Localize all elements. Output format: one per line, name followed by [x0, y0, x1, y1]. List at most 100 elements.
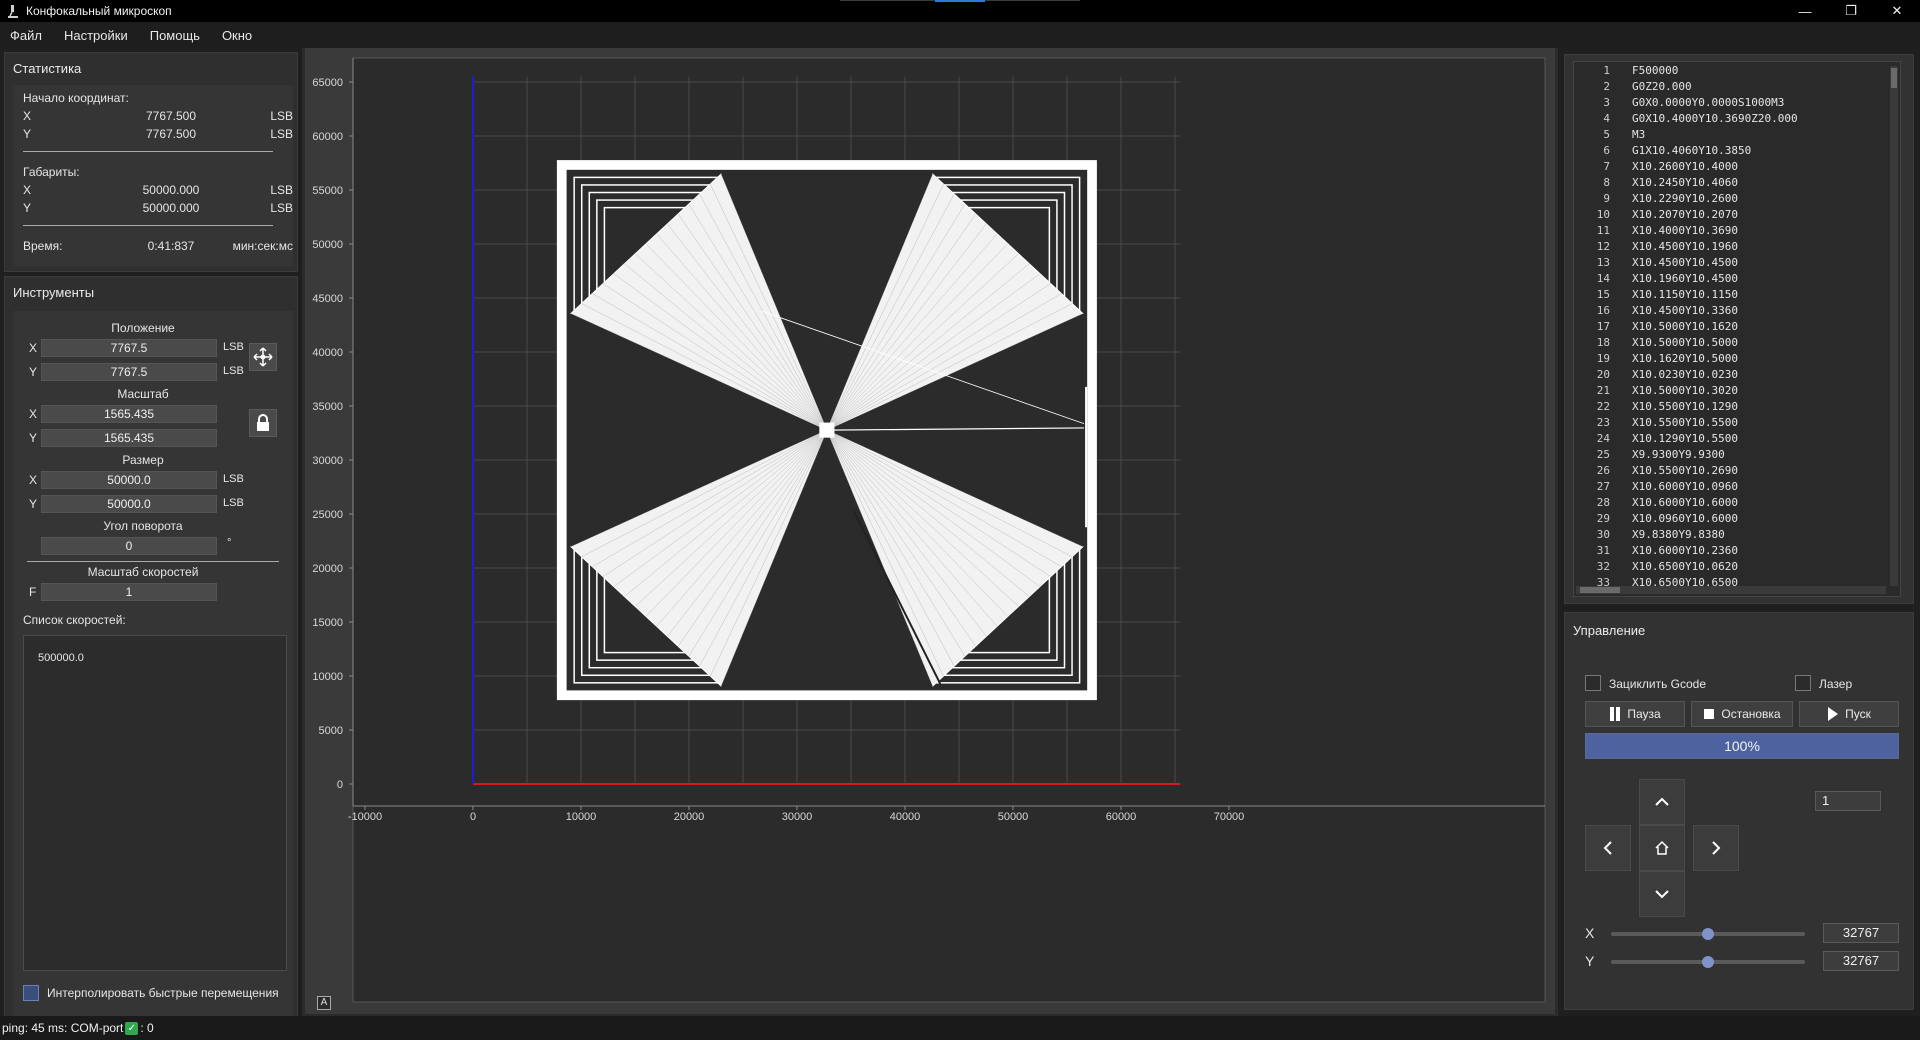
dims-label: Габариты:	[23, 165, 80, 179]
control-title: Управление	[1573, 623, 1646, 638]
menu-help[interactable]: Помощь	[144, 28, 206, 43]
laser-checkbox[interactable]	[1795, 675, 1811, 691]
tools-panel: Инструменты Положение X 7767.5 LSB Y 776…	[4, 276, 298, 1040]
chevron-left-icon	[1603, 841, 1612, 855]
scale-x-field[interactable]: 1565.435	[41, 405, 217, 423]
y-tick-label: 55000	[312, 185, 343, 197]
toolpath-plot[interactable]: -10000 0 10000 20000 30000 40000 50000 60000 700…	[305, 48, 1555, 1014]
line-number: 7	[1603, 160, 1610, 173]
line-number: 30	[1596, 528, 1610, 541]
gcode-text: X10.4500Y10.1960	[1632, 240, 1738, 253]
gcode-editor[interactable]: 1 F500000 2 G0Z20.000 3 G0X0.0000Y0.0000S1000…	[1573, 61, 1901, 597]
maximize-button[interactable]: ❐	[1828, 0, 1874, 22]
loop-gcode-checkbox[interactable]	[1585, 675, 1601, 691]
y-position-field[interactable]: 32767	[1823, 951, 1899, 971]
progress-text: 100%	[1724, 738, 1760, 754]
pause-icon	[1610, 707, 1621, 721]
line-number: 6	[1603, 144, 1610, 157]
y-slider-handle[interactable]	[1702, 956, 1714, 968]
laser-label: Лазер	[1819, 677, 1853, 691]
size-y-label: Y	[29, 497, 38, 511]
gcode-text: X10.1620Y10.5000	[1632, 352, 1738, 365]
pause-label: Пауза	[1627, 707, 1661, 721]
dims-y-value: 50000.000	[142, 201, 200, 215]
x-position-field[interactable]: 32767	[1823, 923, 1899, 943]
size-y-unit: LSB	[223, 497, 244, 509]
autoscale-button[interactable]: A	[317, 996, 331, 1010]
scale-y-field[interactable]: 1565.435	[41, 429, 217, 447]
speed-scale-axis: F	[29, 585, 37, 599]
dims-y-axis: Y	[23, 201, 32, 215]
loop-gcode-label: Зациклить Gcode	[1609, 677, 1707, 691]
move-left-button[interactable]	[1585, 825, 1631, 871]
position-x-unit: LSB	[223, 341, 244, 353]
left-sidebar: Статистика Начало координат: X 7767.500 …	[0, 48, 302, 1040]
speed-list-label: Список скоростей:	[23, 613, 126, 627]
line-number: 3	[1603, 96, 1610, 109]
size-y-field[interactable]: 50000.0	[41, 495, 217, 513]
line-number: 9	[1603, 192, 1610, 205]
chevron-right-icon	[1712, 841, 1721, 855]
menu-settings[interactable]: Настройки	[58, 28, 134, 43]
x-slider-handle[interactable]	[1702, 928, 1714, 940]
gcode-text: X10.4500Y10.3360	[1632, 304, 1738, 317]
position-y-field[interactable]: 7767.5	[41, 363, 217, 381]
origin-y-value: 7767.500	[145, 127, 197, 141]
gcode-text: X10.6000Y10.0960	[1632, 480, 1738, 493]
line-number: 17	[1596, 320, 1610, 333]
line-number: 33	[1596, 576, 1610, 589]
scroll-thumb[interactable]	[1891, 68, 1897, 88]
home-button[interactable]	[1639, 825, 1685, 871]
x-tick-label: -10000	[348, 811, 382, 823]
y-tick-label: 30000	[312, 455, 343, 467]
statistics-panel: Статистика Начало координат: X 7767.500 …	[4, 52, 298, 272]
speed-list[interactable]: 500000.0	[23, 635, 287, 971]
interpolate-checkbox[interactable]	[23, 985, 39, 1001]
gcode-vertical-scrollbar[interactable]	[1890, 66, 1898, 586]
origin-y-row: Y 7767.500 LSB	[23, 127, 293, 143]
move-up-button[interactable]	[1639, 779, 1685, 825]
y-slider-label: Y	[1585, 953, 1595, 969]
start-button[interactable]: Пуск	[1799, 701, 1899, 727]
speed-list-item[interactable]: 500000.0	[38, 652, 84, 664]
lock-scale-button[interactable]	[249, 409, 277, 437]
tools-divider	[27, 561, 279, 562]
stats-divider	[23, 225, 273, 226]
minimize-button[interactable]: —	[1782, 0, 1828, 22]
line-number: 13	[1596, 256, 1610, 269]
origin-x-value: 7767.500	[145, 109, 197, 123]
line-number: 31	[1596, 544, 1610, 557]
stop-button[interactable]: Остановка	[1691, 701, 1793, 727]
status-counter: : 0	[140, 1021, 154, 1035]
stats-divider	[23, 151, 273, 152]
line-number: 24	[1596, 432, 1610, 445]
gcode-text: X10.6000Y10.6000	[1632, 496, 1738, 509]
pause-button[interactable]: Пауза	[1585, 701, 1685, 727]
stop-icon	[1704, 709, 1715, 719]
gcode-text: X10.0960Y10.6000	[1632, 512, 1738, 525]
chevron-down-icon	[1655, 890, 1669, 899]
move-down-button[interactable]	[1639, 871, 1685, 917]
interpolate-label: Интерполировать быстрые перемещения	[47, 986, 279, 1000]
speed-scale-field[interactable]: 1	[41, 583, 217, 601]
size-x-label: X	[29, 473, 38, 487]
gcode-text: F500000	[1632, 64, 1679, 77]
move-right-button[interactable]	[1693, 825, 1739, 871]
y-tick-label: 40000	[312, 347, 343, 359]
position-x-field[interactable]: 7767.5	[41, 339, 217, 357]
gcode-panel: 1 F500000 2 G0Z20.000 3 G0X0.0000Y0.0000S1000…	[1564, 54, 1914, 604]
gcode-text: X10.5000Y10.3020	[1632, 384, 1738, 397]
line-number: 23	[1596, 416, 1610, 429]
rotation-field[interactable]: 0	[41, 537, 217, 555]
menu-window[interactable]: Окно	[216, 28, 258, 43]
y-tick-label: 5000	[319, 725, 343, 737]
menu-file[interactable]: Файл	[4, 28, 48, 43]
plot-canvas[interactable]: -10000 0 10000 20000 30000 40000 50000 60000 700…	[305, 48, 1555, 1014]
center-position-button[interactable]	[249, 343, 277, 371]
size-x-field[interactable]: 50000.0	[41, 471, 217, 489]
line-number: 22	[1596, 400, 1610, 413]
statistics-body: Начало координат: X 7767.500 LSB Y 7767.…	[13, 85, 293, 267]
step-field[interactable]: 1	[1815, 791, 1881, 811]
play-icon	[1828, 707, 1839, 721]
close-button[interactable]: ✕	[1874, 0, 1920, 22]
